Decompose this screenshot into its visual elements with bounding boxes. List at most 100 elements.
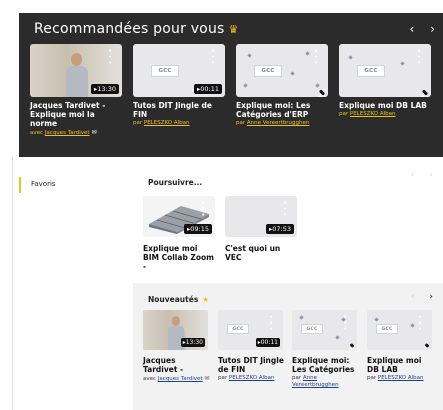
duration-badge: ▸12:39	[420, 89, 431, 97]
carousel-prev-button[interactable]: ‹	[411, 170, 415, 180]
video-author-line: par Anne Vereertbrugghen	[292, 375, 360, 389]
video-thumbnail[interactable]: GCC · · · ▸00:11	[218, 310, 283, 350]
duration-badge: ▸07:53	[266, 224, 294, 234]
video-thumbnail[interactable]: ▸13:30	[143, 310, 208, 350]
carousel-prev-button[interactable]: ‹	[410, 22, 415, 36]
video-title[interactable]: Tutos DIT Jingle de FIN	[218, 356, 286, 374]
gcc-logo: GCC	[301, 324, 323, 334]
author-prefix: par	[133, 120, 143, 126]
video-author-line: par PELESZKO Alban	[218, 375, 286, 382]
video-thumbnail[interactable]: · · · ▸07:53	[225, 196, 297, 237]
more-options-icon[interactable]: · · ·	[418, 313, 422, 335]
video-card[interactable]: GCC ··· ▸04:18 Explique moi: Les Catégor…	[236, 44, 328, 126]
left-divider	[12, 157, 13, 410]
video-author-line: avec Jacques Tardivet ✉	[30, 129, 122, 136]
gcc-logo: GCC	[376, 324, 398, 334]
resume-section: Poursuivre... ‹ › · · · ▸09:15 Explique mo…	[133, 170, 443, 275]
author-prefix: avec	[30, 130, 44, 136]
more-options-icon[interactable]: · · ·	[211, 47, 215, 69]
video-card[interactable]: ▸13:30 Jacques Tardivet - avec Jacques T…	[143, 310, 211, 383]
duration-badge: ▸04:18	[317, 89, 328, 97]
more-options-icon[interactable]: · · ·	[314, 47, 318, 69]
author-link[interactable]: PELESZKO Alban	[378, 375, 424, 381]
presenter-image	[66, 53, 88, 97]
sidebar-item-favoris[interactable]: Favoris	[19, 177, 99, 193]
more-options-icon[interactable]: · · ·	[201, 199, 205, 221]
video-title[interactable]: Explique moi BIM Collab Zoom -	[143, 244, 215, 271]
gcc-logo: GCC	[151, 65, 179, 77]
video-thumbnail[interactable]: GCC ··· ▸04:18	[292, 310, 357, 350]
gcc-logo: GCC	[254, 65, 282, 77]
author-link[interactable]: PELESZKO Alban	[350, 111, 396, 117]
duration-badge: ▸13:30	[180, 338, 205, 347]
video-title[interactable]: Explique moi DB LAB	[339, 101, 431, 110]
recommended-section: Recommandées pour vous ♛ ‹ › · · · ▸13:30 J…	[19, 13, 443, 157]
video-thumbnail[interactable]: · · · ▸13:30	[30, 44, 122, 97]
video-author-line: par Anne Vereertbrugghen	[236, 120, 328, 126]
author-prefix: par	[236, 120, 246, 126]
news-nav: ‹ ›	[399, 292, 433, 302]
video-author-line: par PELESZKO Alban	[367, 375, 435, 382]
author-prefix: avec	[143, 376, 157, 382]
author-link[interactable]: PELESZKO Alban	[144, 120, 190, 126]
video-card[interactable]: GCC ··· ▸04:18 Explique moi: Les Catégor…	[292, 310, 360, 389]
news-title-text: Nouveautés	[148, 295, 199, 304]
more-options-icon[interactable]: · · ·	[283, 199, 287, 221]
carousel-prev-button[interactable]: ‹	[411, 292, 415, 302]
recommended-nav: ‹ ›	[398, 22, 435, 36]
sidebar-item-label: Favoris	[31, 180, 56, 188]
carousel-next-button[interactable]: ›	[429, 292, 433, 302]
author-prefix: par	[218, 375, 228, 381]
video-card[interactable]: GCC ··· ▸12:39 Explique moi DB LAB par P…	[339, 44, 431, 117]
more-options-icon[interactable]: · · ·	[108, 47, 112, 69]
news-section: Nouveautés ★ ‹ › ▸13:30 Jacques Tardivet …	[133, 283, 443, 410]
video-title[interactable]: Jacques Tardivet - Explique moi la norme	[30, 101, 122, 128]
video-title[interactable]: Explique moi: Les Catégories d'ERP	[236, 101, 328, 119]
author-prefix: par	[367, 375, 377, 381]
author-link[interactable]: PELESZKO Alban	[229, 375, 275, 381]
duration-badge: ▸04:18	[347, 343, 357, 350]
more-options-icon[interactable]: · · ·	[269, 313, 273, 335]
mail-icon[interactable]: ✉	[204, 375, 209, 382]
more-options-icon[interactable]: · · ·	[417, 47, 421, 69]
video-title[interactable]: Tutos DIT Jingle de FIN	[133, 101, 225, 119]
video-card[interactable]: GCC · · · ▸00:11 Tutos DIT Jingle de FIN p…	[133, 44, 225, 126]
video-title[interactable]: Explique moi DB LAB	[367, 356, 435, 374]
duration-badge: ▸09:15	[184, 224, 212, 234]
carousel-next-button[interactable]: ›	[430, 22, 435, 36]
author-prefix: par	[292, 375, 302, 381]
video-thumbnail[interactable]: · · · ▸09:15	[143, 196, 215, 237]
carousel-next-button[interactable]: ›	[429, 170, 433, 180]
video-thumbnail[interactable]: GCC · · · ▸00:11	[133, 44, 225, 97]
video-author-line: avec Jacques Tardivet ✉	[143, 375, 211, 383]
mail-icon[interactable]: ✉	[92, 129, 97, 136]
video-card[interactable]: GCC ··· ▸12:39 Explique moi DB LAB par P…	[367, 310, 435, 382]
video-author-line: par PELESZKO Alban	[339, 111, 431, 117]
resume-title: Poursuivre...	[148, 178, 203, 187]
video-card[interactable]: · · · ▸09:15 Explique moi BIM Collab Zoom …	[143, 196, 215, 271]
video-card[interactable]: · · · ▸07:53 C'est quoi un VEC	[225, 196, 297, 262]
video-thumbnail[interactable]: GCC ··· ▸04:18	[236, 44, 328, 97]
more-options-icon[interactable]: · · ·	[343, 313, 347, 335]
duration-badge: ▸13:30	[91, 84, 119, 94]
crown-icon: ♛	[228, 23, 239, 36]
duration-badge: ▸00:11	[255, 338, 280, 347]
video-author-line: par PELESZKO Alban	[133, 120, 225, 126]
video-card[interactable]: · · · ▸13:30 Jacques Tardivet - Explique m…	[30, 44, 122, 136]
gcc-logo: GCC	[357, 65, 385, 77]
author-prefix: par	[339, 111, 349, 117]
recommended-title: Recommandées pour vous ♛	[34, 21, 239, 37]
video-card[interactable]: GCC · · · ▸00:11 Tutos DIT Jingle de FIN p…	[218, 310, 286, 382]
video-title[interactable]: Jacques Tardivet -	[143, 356, 211, 374]
duration-badge: ▸00:11	[194, 84, 222, 94]
news-title: Nouveautés ★	[148, 295, 209, 304]
video-thumbnail[interactable]: GCC ··· ▸12:39	[339, 44, 431, 97]
author-link[interactable]: Jacques Tardivet	[158, 376, 203, 382]
author-link[interactable]: Jacques Tardivet	[45, 130, 90, 136]
video-title[interactable]: Explique moi: Les Catégories	[292, 356, 360, 374]
video-thumbnail[interactable]: GCC ··· ▸12:39	[367, 310, 432, 350]
recommended-title-text: Recommandées pour vous	[34, 21, 225, 37]
video-title[interactable]: C'est quoi un VEC	[225, 244, 297, 262]
author-link[interactable]: Anne Vereertbrugghen	[247, 120, 310, 126]
resume-nav: ‹ ›	[399, 170, 433, 180]
